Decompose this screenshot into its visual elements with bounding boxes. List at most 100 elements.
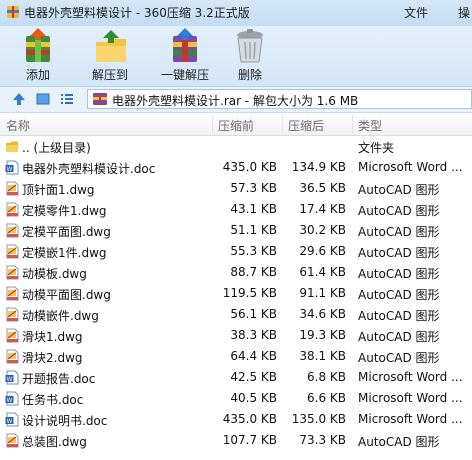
- one-click-extract-button[interactable]: 一键解压: [150, 26, 220, 86]
- file-size: 56.1 KB: [230, 307, 277, 321]
- svg-text:W: W: [7, 377, 13, 383]
- window-title: 电器外壳塑料模设计 - 360压缩 3.2正式版: [24, 6, 250, 20]
- file-row[interactable]: 滑块2.dwg 64.4 KB 38.1 KB AutoCAD 图形: [0, 346, 472, 367]
- up-arrow-icon[interactable]: [12, 92, 26, 106]
- file-type: AutoCAD 图形: [358, 288, 440, 302]
- file-type: AutoCAD 图形: [358, 246, 440, 260]
- file-row[interactable]: W 设计说明书.doc 435.0 KB 135.0 KB Microsoft Word…: [0, 409, 472, 430]
- svg-text:W: W: [7, 167, 13, 173]
- file-compressed-size: 29.6 KB: [299, 244, 346, 258]
- file-name: 滑块1.dwg: [22, 330, 83, 344]
- file-type: Microsoft Word ...: [358, 160, 463, 174]
- file-row[interactable]: 定模平面图.dwg 51.1 KB 30.2 KB AutoCAD 图形: [0, 220, 472, 241]
- file-name: 动模平面图.dwg: [22, 288, 111, 302]
- file-type: AutoCAD 图形: [358, 435, 440, 449]
- extract-folder-icon: [96, 30, 126, 62]
- file-row[interactable]: 动模板.dwg 88.7 KB 61.4 KB AutoCAD 图形: [0, 262, 472, 283]
- delete-button[interactable]: 删除: [220, 26, 280, 86]
- file-compressed-size: 6.6 KB: [307, 391, 346, 405]
- file-row[interactable]: 顶针面1.dwg 57.3 KB 36.5 KB AutoCAD 图形: [0, 178, 472, 199]
- file-compressed-size: 91.1 KB: [299, 286, 346, 300]
- file-row[interactable]: 滑块1.dwg 38.3 KB 19.3 KB AutoCAD 图形: [0, 325, 472, 346]
- file-compressed-size: 36.5 KB: [299, 181, 346, 195]
- file-name: .. (上级目录): [22, 141, 91, 155]
- column-compressed[interactable]: 压缩后: [288, 117, 324, 134]
- archive-path-text: 电器外壳塑料模设计.rar - 解包大小为 1.6 MB: [112, 94, 359, 108]
- file-type: Microsoft Word ...: [358, 391, 463, 405]
- add-button[interactable]: 添加: [8, 26, 68, 86]
- file-compressed-size: 34.6 KB: [299, 307, 346, 321]
- column-divider[interactable]: [212, 115, 213, 133]
- file-name: 电器外壳塑料模设计.doc: [22, 162, 156, 176]
- file-size: 55.3 KB: [230, 244, 277, 258]
- file-type: AutoCAD 图形: [358, 225, 440, 239]
- file-compressed-size: 135.0 KB: [291, 412, 346, 426]
- file-type: AutoCAD 图形: [358, 309, 440, 323]
- file-compressed-size: 6.8 KB: [307, 370, 346, 384]
- svg-text:W: W: [7, 419, 13, 425]
- trash-icon: [237, 29, 263, 63]
- thumbnail-view-icon[interactable]: [36, 92, 50, 106]
- menu-operation[interactable]: 操: [458, 4, 470, 21]
- extract-to-button-label: 解压到: [91, 68, 128, 82]
- file-compressed-size: 17.4 KB: [299, 202, 346, 216]
- file-compressed-size: 30.2 KB: [299, 223, 346, 237]
- file-compressed-size: 134.9 KB: [291, 160, 346, 174]
- file-compressed-size: 38.1 KB: [299, 349, 346, 363]
- file-compressed-size: 19.3 KB: [299, 328, 346, 342]
- app-logo-icon: [7, 6, 19, 18]
- file-type: AutoCAD 图形: [358, 330, 440, 344]
- file-row[interactable]: 动模嵌件.dwg 56.1 KB 34.6 KB AutoCAD 图形: [0, 304, 472, 325]
- one-click-extract-icon: [173, 28, 197, 62]
- file-type: 文件夹: [358, 141, 395, 155]
- file-size: 38.3 KB: [230, 328, 277, 342]
- file-size: 88.7 KB: [230, 265, 277, 279]
- extract-to-button[interactable]: 解压到: [80, 26, 140, 86]
- file-size: 435.0 KB: [222, 160, 277, 174]
- file-size: 43.1 KB: [230, 202, 277, 216]
- file-size: 107.7 KB: [222, 433, 277, 447]
- add-archive-icon: [26, 28, 50, 62]
- file-name: 动模嵌件.dwg: [22, 309, 99, 323]
- file-size: 119.5 KB: [222, 286, 277, 300]
- file-size: 42.5 KB: [230, 370, 277, 384]
- file-row[interactable]: 定模嵌1件.dwg 55.3 KB 29.6 KB AutoCAD 图形: [0, 241, 472, 262]
- delete-button-label: 删除: [237, 68, 262, 82]
- file-name: 动模板.dwg: [22, 267, 87, 281]
- add-button-label: 添加: [25, 68, 50, 82]
- address-bar: 电器外壳塑料模设计.rar - 解包大小为 1.6 MB: [0, 87, 472, 113]
- file-row[interactable]: 动模平面图.dwg 119.5 KB 91.1 KB AutoCAD 图形: [0, 283, 472, 304]
- file-type: AutoCAD 图形: [358, 351, 440, 365]
- file-list-header: 名称 压缩前 压缩后 类型: [0, 113, 472, 136]
- file-row[interactable]: 总装图.dwg 107.7 KB 73.3 KB AutoCAD 图形: [0, 430, 472, 451]
- file-row[interactable]: .. (上级目录) 文件夹: [0, 136, 472, 157]
- file-name: 开题报告.doc: [22, 372, 96, 386]
- file-type: Microsoft Word ...: [358, 370, 463, 384]
- menu-file[interactable]: 文件: [404, 4, 428, 21]
- file-size: 57.3 KB: [230, 181, 277, 195]
- file-row[interactable]: W 任务书.doc 40.5 KB 6.6 KB Microsoft Word ...: [0, 388, 472, 409]
- toolbar: 添加 解压到 一键解压 删除: [0, 26, 472, 87]
- file-size: 435.0 KB: [222, 412, 277, 426]
- list-view-icon[interactable]: [60, 92, 74, 106]
- file-size: 40.5 KB: [230, 391, 277, 405]
- file-compressed-size: 73.3 KB: [299, 433, 346, 447]
- file-row[interactable]: 定模零件1.dwg 43.1 KB 17.4 KB AutoCAD 图形: [0, 199, 472, 220]
- column-divider[interactable]: [352, 115, 353, 133]
- file-name: 定模嵌1件.dwg: [22, 246, 107, 260]
- file-type: Microsoft Word ...: [358, 412, 463, 426]
- svg-text:W: W: [7, 398, 13, 404]
- column-name[interactable]: 名称: [6, 117, 30, 134]
- file-name: 定模平面图.dwg: [22, 225, 111, 239]
- path-field[interactable]: 电器外壳塑料模设计.rar - 解包大小为 1.6 MB: [87, 89, 472, 109]
- column-divider[interactable]: [282, 115, 283, 133]
- archive-icon: [93, 93, 107, 105]
- file-row[interactable]: W 开题报告.doc 42.5 KB 6.8 KB Microsoft Word ...: [0, 367, 472, 388]
- file-name: 定模零件1.dwg: [22, 204, 107, 218]
- column-size[interactable]: 压缩前: [218, 117, 254, 134]
- file-row[interactable]: W 电器外壳塑料模设计.doc 435.0 KB 134.9 KB Microsoft …: [0, 157, 472, 178]
- column-type[interactable]: 类型: [358, 117, 382, 134]
- file-type: AutoCAD 图形: [358, 267, 440, 281]
- file-name: 任务书.doc: [22, 393, 84, 407]
- file-size: 64.4 KB: [230, 349, 277, 363]
